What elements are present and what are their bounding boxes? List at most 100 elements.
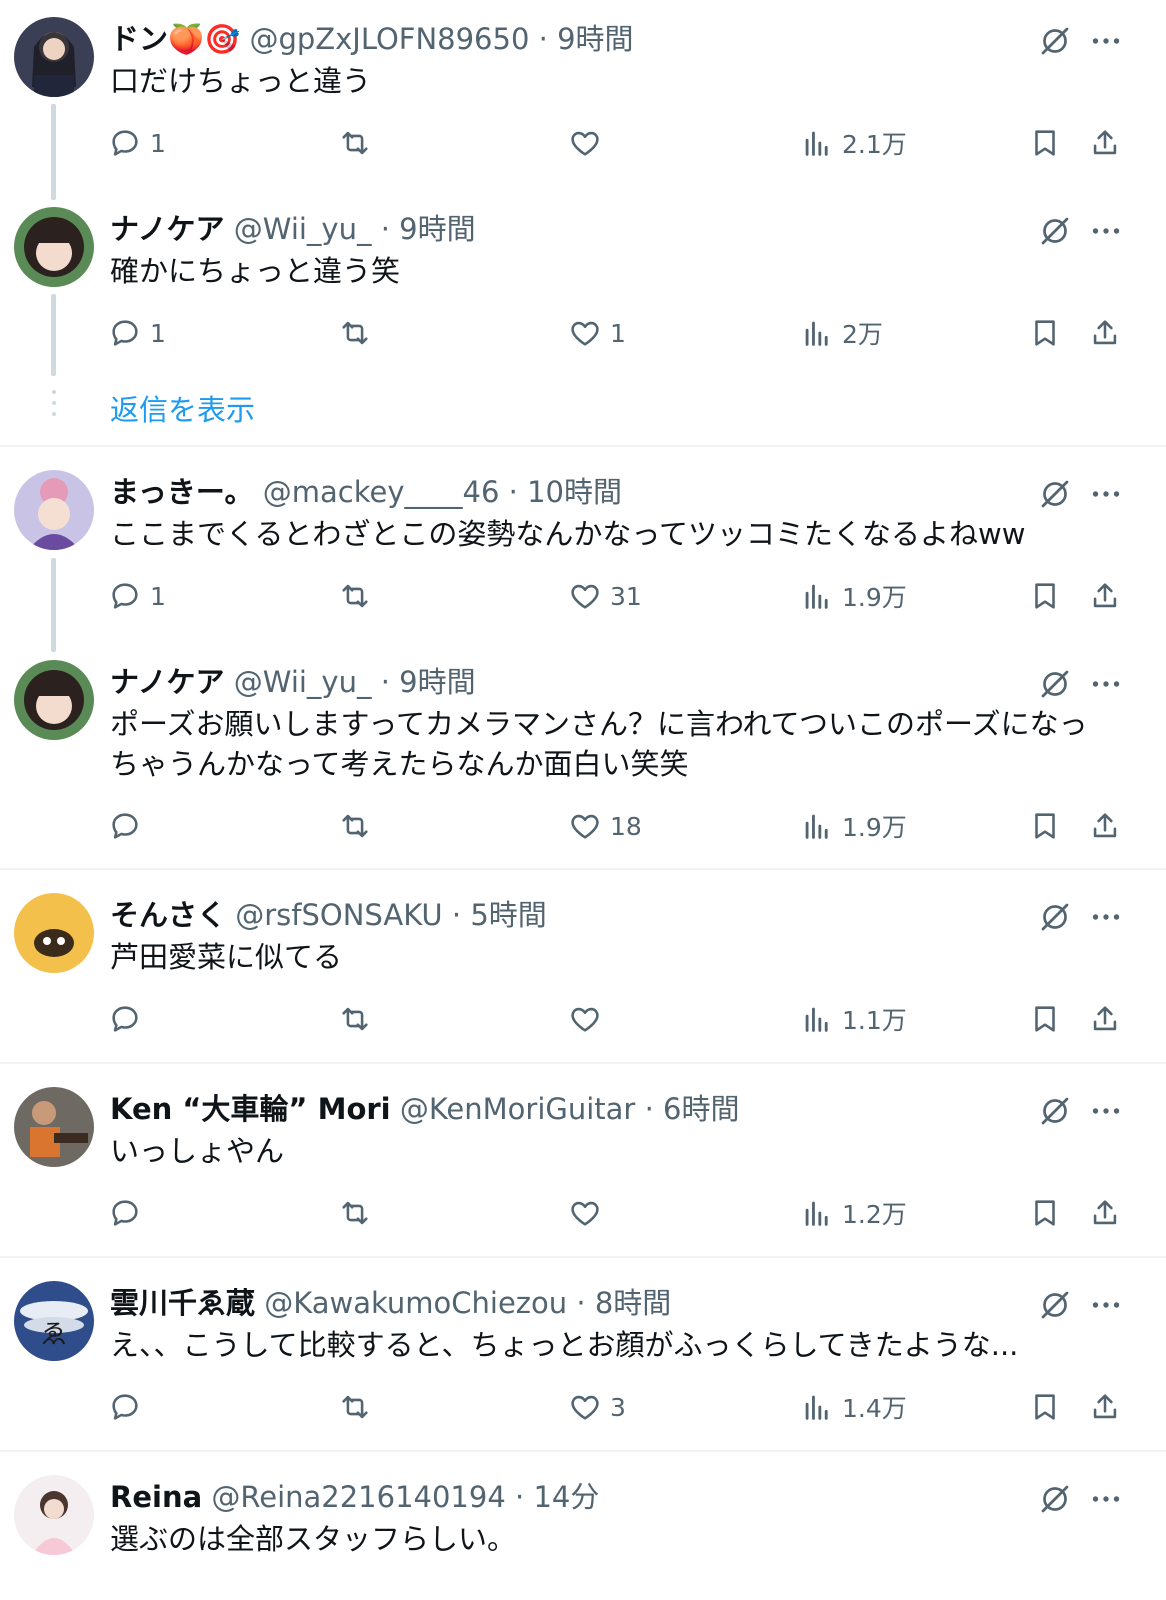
retweet-button[interactable] [338,1193,380,1233]
display-name[interactable]: ナノケア [110,665,225,699]
separator-dot: · [515,1480,525,1514]
username[interactable]: @gpZxJLOFN89650 [249,22,529,56]
avatar[interactable] [14,207,94,287]
reply-button[interactable] [108,1193,150,1233]
views-button[interactable]: 1.9万 [800,806,907,846]
bookmark-button[interactable] [1028,313,1062,353]
tweet-header: Reina @Reina2216140194 · 14分 [110,1477,599,1517]
timestamp[interactable]: 6時間 [663,1092,739,1126]
more-icon[interactable] [1088,23,1124,59]
retweet-button[interactable] [338,806,380,846]
views-button[interactable]: 1.1万 [800,999,907,1039]
reply-button[interactable]: 1 [108,123,166,163]
share-button[interactable] [1088,313,1122,353]
reply-button[interactable] [108,1387,150,1427]
timestamp[interactable]: 8時間 [595,1286,671,1320]
bookmark-button[interactable] [1028,806,1062,846]
like-button[interactable] [568,123,610,163]
display-name[interactable]: まっきー。 [110,475,254,509]
bookmark-button[interactable] [1028,123,1062,163]
more-icon[interactable] [1088,899,1124,935]
username[interactable]: @Reina2216140194 [211,1480,505,1514]
avatar[interactable] [14,1087,94,1167]
display-name[interactable]: そんさく [110,898,226,932]
views-button[interactable]: 1.2万 [800,1193,907,1233]
like-button[interactable] [568,1193,610,1233]
share-button[interactable] [1088,999,1122,1039]
avatar[interactable] [14,470,94,550]
bookmark-button[interactable] [1028,1193,1062,1233]
views-button[interactable]: 2.1万 [800,123,907,163]
retweet-icon [338,1196,372,1230]
tweet-text: いっしょやん [110,1131,1110,1171]
timestamp[interactable]: 9時間 [557,22,633,56]
bookmark-button[interactable] [1028,1387,1062,1427]
more-icon[interactable] [1088,1287,1124,1323]
timestamp[interactable]: 14分 [533,1480,599,1514]
more-icon[interactable] [1088,666,1124,702]
retweet-button[interactable] [338,313,380,353]
avatar[interactable] [14,893,94,973]
timestamp[interactable]: 10時間 [527,475,622,509]
avatar[interactable] [14,660,94,740]
tweet-header: Ken “大車輪” Mori @KenMoriGuitar · 6時間 [110,1089,739,1129]
display-name[interactable]: 雲川千ゑ蔵 [110,1286,255,1320]
like-button[interactable] [568,999,610,1039]
views-button[interactable]: 1.9万 [800,576,907,616]
timestamp[interactable]: 9時間 [399,665,475,699]
more-icon[interactable] [1088,1093,1124,1129]
reply-button[interactable] [108,999,150,1039]
grok-icon[interactable] [1037,1481,1073,1517]
display-name[interactable]: Reina [110,1480,202,1514]
username[interactable]: @Wii_yu_ [234,665,372,699]
share-button[interactable] [1088,576,1122,616]
username[interactable]: @KenMoriGuitar [400,1092,636,1126]
avatar[interactable] [14,1475,94,1555]
username[interactable]: @rsfSONSAKU [235,898,442,932]
reply-button[interactable]: 1 [108,313,166,353]
bookmark-button[interactable] [1028,999,1062,1039]
like-button[interactable]: 31 [568,576,642,616]
avatar[interactable]: ゑ [14,1281,94,1361]
retweet-button[interactable] [338,123,380,163]
grok-icon[interactable] [1037,666,1073,702]
views-button[interactable]: 1.4万 [800,1387,907,1427]
retweet-button[interactable] [338,1387,380,1427]
bookmark-icon [1028,1002,1062,1036]
username[interactable]: @Wii_yu_ [234,212,372,246]
reply-button[interactable] [108,806,150,846]
bookmark-icon [1028,1390,1062,1424]
grok-icon[interactable] [1037,23,1073,59]
view-count: 1.9万 [842,583,907,612]
share-button[interactable] [1088,1193,1122,1233]
reply-button[interactable]: 1 [108,576,166,616]
views-button[interactable]: 2万 [800,313,883,353]
username[interactable]: @mackey____46 [263,475,500,509]
share-button[interactable] [1088,1387,1122,1427]
timestamp[interactable]: 5時間 [470,898,546,932]
avatar[interactable] [14,17,94,97]
like-button[interactable]: 1 [568,313,626,353]
grok-icon[interactable] [1037,899,1073,935]
more-icon[interactable] [1088,213,1124,249]
display-name[interactable]: ナノケア [110,212,225,246]
share-button[interactable] [1088,123,1122,163]
grok-icon[interactable] [1037,213,1073,249]
more-icon[interactable] [1088,1481,1124,1517]
show-replies-link[interactable]: 返信を表示 [110,390,255,430]
timestamp[interactable]: 9時間 [399,212,475,246]
grok-icon[interactable] [1037,476,1073,512]
display-name[interactable]: ドン🍑🎯 [110,22,240,56]
share-button[interactable] [1088,806,1122,846]
like-button[interactable]: 18 [568,806,642,846]
bookmark-button[interactable] [1028,576,1062,616]
like-button[interactable]: 3 [568,1387,626,1427]
grok-icon[interactable] [1037,1287,1073,1323]
more-icon[interactable] [1088,476,1124,512]
retweet-button[interactable] [338,999,380,1039]
grok-icon[interactable] [1037,1093,1073,1129]
display-name[interactable]: Ken “大車輪” Mori [110,1092,391,1126]
username[interactable]: @KawakumoChiezou [264,1286,567,1320]
retweet-button[interactable] [338,576,380,616]
divider [0,1062,1166,1064]
